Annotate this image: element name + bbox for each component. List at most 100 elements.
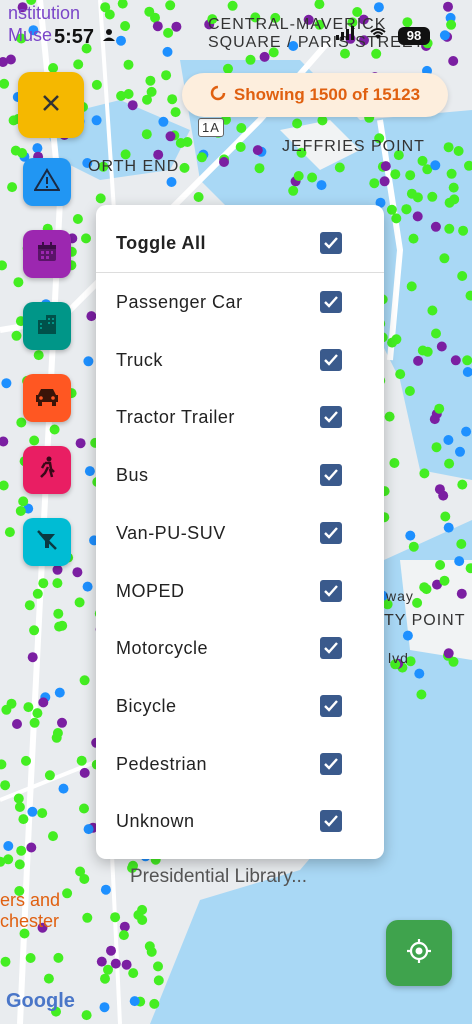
crash-marker[interactable] xyxy=(429,414,440,425)
crash-marker[interactable] xyxy=(391,213,402,224)
crash-marker[interactable] xyxy=(401,204,412,215)
crash-marker[interactable] xyxy=(384,411,395,422)
crash-marker[interactable] xyxy=(52,578,63,589)
crash-marker[interactable] xyxy=(236,123,247,133)
crash-marker[interactable] xyxy=(334,162,345,173)
crash-marker[interactable] xyxy=(106,945,116,956)
crash-marker[interactable] xyxy=(18,814,29,825)
crash-marker[interactable] xyxy=(380,161,391,172)
crash-marker[interactable] xyxy=(462,355,472,366)
filter-row[interactable]: Motorcycle xyxy=(96,623,384,673)
crash-marker[interactable] xyxy=(123,59,134,70)
crash-marker[interactable] xyxy=(62,888,73,899)
crash-marker[interactable] xyxy=(13,793,24,804)
toggle-all-checkbox[interactable] xyxy=(320,232,342,254)
crash-marker[interactable] xyxy=(196,152,207,163)
crash-marker[interactable] xyxy=(100,973,110,984)
crash-marker[interactable] xyxy=(307,172,318,183)
crash-marker[interactable] xyxy=(373,2,384,13)
crash-marker[interactable] xyxy=(408,541,419,552)
crash-marker[interactable] xyxy=(95,193,106,204)
crash-marker[interactable] xyxy=(405,530,416,541)
crash-marker[interactable] xyxy=(52,564,63,575)
crash-marker[interactable] xyxy=(288,185,299,196)
crash-marker[interactable] xyxy=(161,70,172,81)
crash-marker[interactable] xyxy=(144,6,155,17)
crash-marker[interactable] xyxy=(38,578,49,589)
crash-marker[interactable] xyxy=(386,204,397,215)
filter-row[interactable]: Bus xyxy=(96,450,384,500)
crash-marker[interactable] xyxy=(128,968,139,979)
filter-checkbox[interactable] xyxy=(320,579,342,602)
crash-marker[interactable] xyxy=(146,86,157,97)
crash-marker[interactable] xyxy=(29,717,40,728)
crash-marker[interactable] xyxy=(252,145,263,156)
crash-marker[interactable] xyxy=(11,330,22,341)
crash-marker[interactable] xyxy=(406,188,417,199)
crash-marker[interactable] xyxy=(440,511,451,522)
crash-marker[interactable] xyxy=(16,845,27,856)
crash-marker[interactable] xyxy=(427,191,438,202)
crash-marker[interactable] xyxy=(100,884,111,895)
crash-marker[interactable] xyxy=(416,689,427,700)
crash-marker[interactable] xyxy=(435,560,446,570)
crash-marker[interactable] xyxy=(0,956,11,967)
crash-marker[interactable] xyxy=(81,1010,92,1021)
crash-marker[interactable] xyxy=(38,697,49,708)
crash-marker[interactable] xyxy=(419,468,430,479)
crash-marker[interactable] xyxy=(23,702,34,713)
crash-marker[interactable] xyxy=(316,180,327,191)
crash-marker[interactable] xyxy=(7,182,18,193)
crash-marker[interactable] xyxy=(12,719,22,729)
crash-marker[interactable] xyxy=(29,625,40,636)
crash-marker[interactable] xyxy=(369,178,380,189)
crash-marker[interactable] xyxy=(32,143,43,154)
crash-marker[interactable] xyxy=(454,556,465,567)
crash-marker[interactable] xyxy=(417,155,428,166)
crash-marker[interactable] xyxy=(193,192,204,202)
crash-marker[interactable] xyxy=(4,527,15,538)
filter-row[interactable]: MOPED xyxy=(96,566,384,616)
crash-marker[interactable] xyxy=(292,118,303,129)
crash-marker[interactable] xyxy=(165,131,176,142)
crash-marker[interactable] xyxy=(427,305,438,316)
crash-marker[interactable] xyxy=(53,608,64,619)
crash-marker[interactable] xyxy=(32,708,43,719)
crash-marker[interactable] xyxy=(146,946,157,957)
crash-marker[interactable] xyxy=(79,767,90,778)
crash-marker[interactable] xyxy=(116,90,127,101)
filter-checkbox[interactable] xyxy=(320,637,342,660)
toggle-all-row[interactable]: Toggle All xyxy=(96,218,384,268)
crash-marker[interactable] xyxy=(235,142,246,152)
crash-marker[interactable] xyxy=(379,176,390,187)
crash-marker[interactable] xyxy=(49,424,60,435)
filter-row[interactable]: Passenger Car xyxy=(96,277,384,327)
filter-checkbox[interactable] xyxy=(320,348,342,371)
crash-marker[interactable] xyxy=(439,253,450,264)
crash-marker[interactable] xyxy=(438,490,449,501)
crash-marker[interactable] xyxy=(458,225,469,236)
city-filter-button[interactable] xyxy=(23,302,71,350)
crash-marker[interactable] xyxy=(44,770,55,781)
crash-marker[interactable] xyxy=(431,442,442,453)
crash-marker[interactable] xyxy=(17,148,28,158)
crash-marker[interactable] xyxy=(15,506,26,516)
crash-marker[interactable] xyxy=(404,386,415,396)
crash-marker[interactable] xyxy=(167,94,178,105)
crash-marker[interactable] xyxy=(254,163,265,174)
crash-marker[interactable] xyxy=(436,341,447,352)
crash-marker[interactable] xyxy=(219,157,229,167)
crash-marker[interactable] xyxy=(83,356,94,367)
filter-row[interactable]: Bicycle xyxy=(96,681,384,731)
crash-marker[interactable] xyxy=(461,426,472,437)
crash-marker[interactable] xyxy=(448,182,459,193)
crash-marker[interactable] xyxy=(1,704,12,715)
crash-marker[interactable] xyxy=(24,600,35,611)
filter-checkbox[interactable] xyxy=(320,464,342,487)
crash-marker[interactable] xyxy=(82,581,93,592)
crash-marker[interactable] xyxy=(446,168,457,179)
crash-marker[interactable] xyxy=(165,0,176,11)
filter-row[interactable]: Tractor Trailer xyxy=(96,392,384,442)
crash-marker[interactable] xyxy=(75,438,86,449)
crash-marker[interactable] xyxy=(129,996,140,1007)
